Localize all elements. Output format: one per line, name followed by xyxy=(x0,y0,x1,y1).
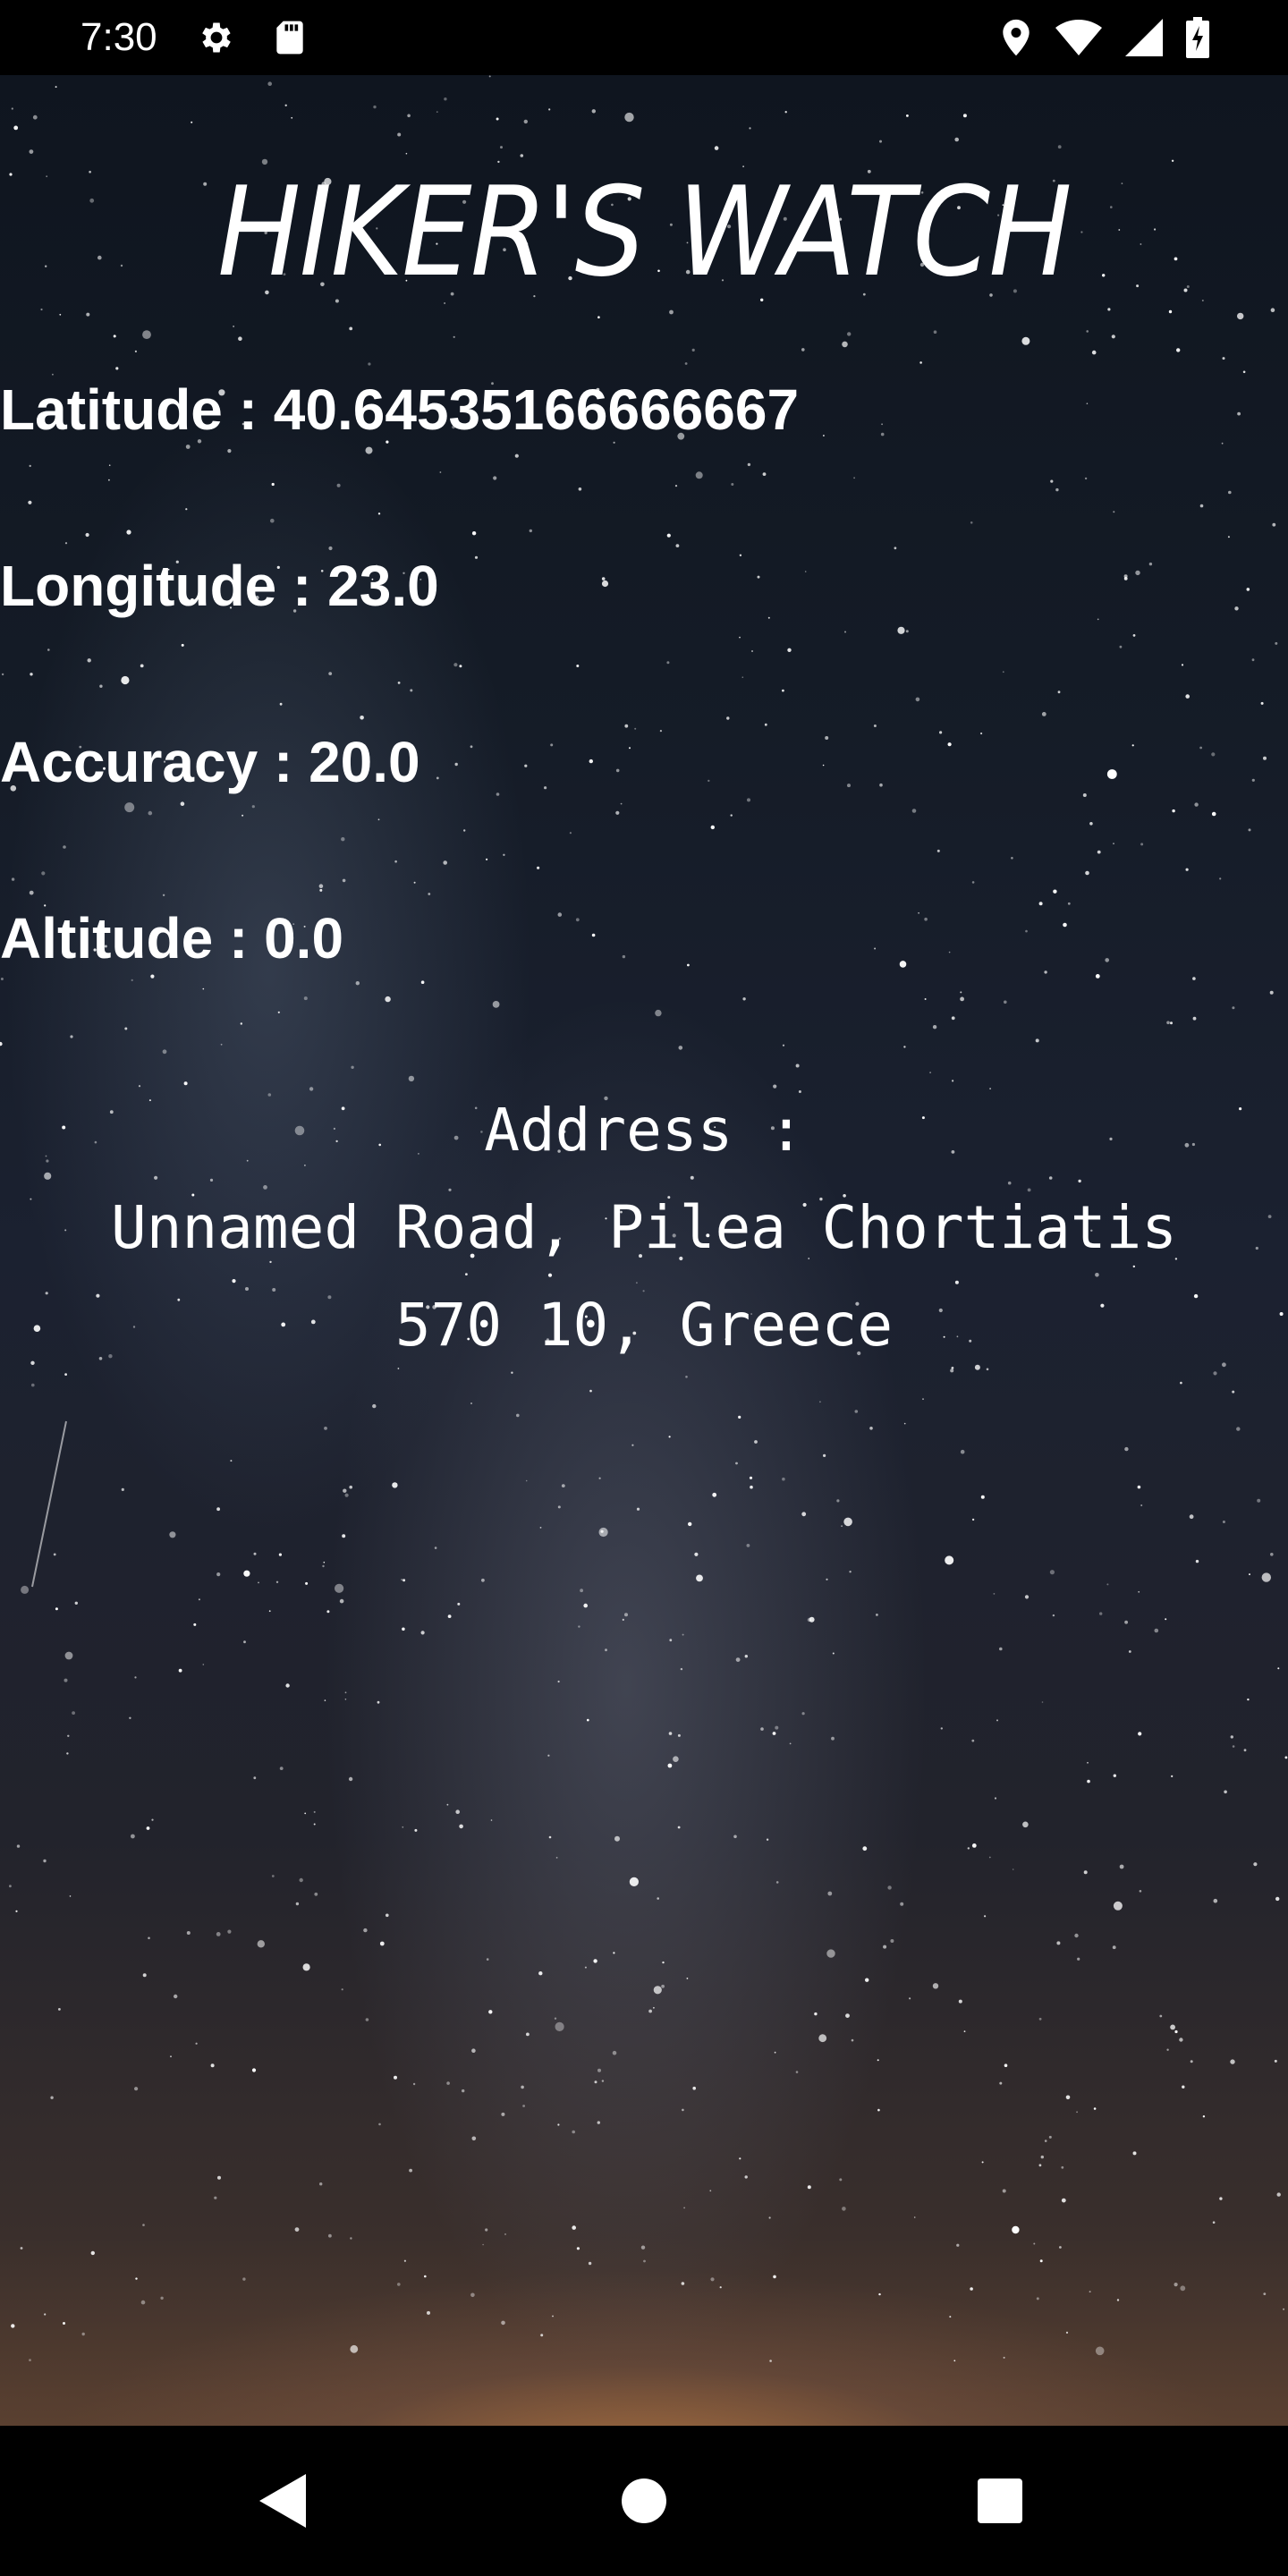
recents-icon xyxy=(978,2479,1022,2523)
main-content: HIKER'S WATCH Latitude : 40.645351666666… xyxy=(0,75,1288,2426)
signal-icon xyxy=(1125,19,1163,56)
home-icon xyxy=(622,2479,666,2523)
status-bar: 7:30 xyxy=(0,0,1288,75)
status-time: 7:30 xyxy=(80,15,157,59)
sd-card-icon xyxy=(272,18,308,57)
wifi-icon xyxy=(1055,20,1102,55)
address-label: Address : xyxy=(484,1096,804,1165)
altitude-text: Altitude : 0.0 xyxy=(0,906,344,970)
location-icon xyxy=(1000,18,1032,57)
address-line-2: 570 10, Greece xyxy=(394,1291,894,1360)
home-button[interactable] xyxy=(572,2426,716,2576)
status-left: 7:30 xyxy=(80,0,308,75)
back-button[interactable] xyxy=(213,2426,356,2576)
address-line-1: Unnamed Road, Pilea Chortiatis xyxy=(110,1193,1178,1262)
longitude-text: Longitude : 23.0 xyxy=(0,554,439,618)
status-right xyxy=(1000,0,1209,75)
address-block: Address : Unnamed Road, Pilea Chortiatis… xyxy=(0,1081,1288,1374)
back-icon xyxy=(259,2474,306,2528)
accuracy-text: Accuracy : 20.0 xyxy=(0,730,420,794)
navigation-bar xyxy=(0,2426,1288,2576)
settings-icon xyxy=(197,18,236,57)
latitude-text: Latitude : 40.64535166666667 xyxy=(0,377,800,442)
recents-button[interactable] xyxy=(928,2426,1072,2576)
app-title: HIKER'S WATCH xyxy=(217,160,1072,304)
battery-charging-icon xyxy=(1186,17,1209,58)
